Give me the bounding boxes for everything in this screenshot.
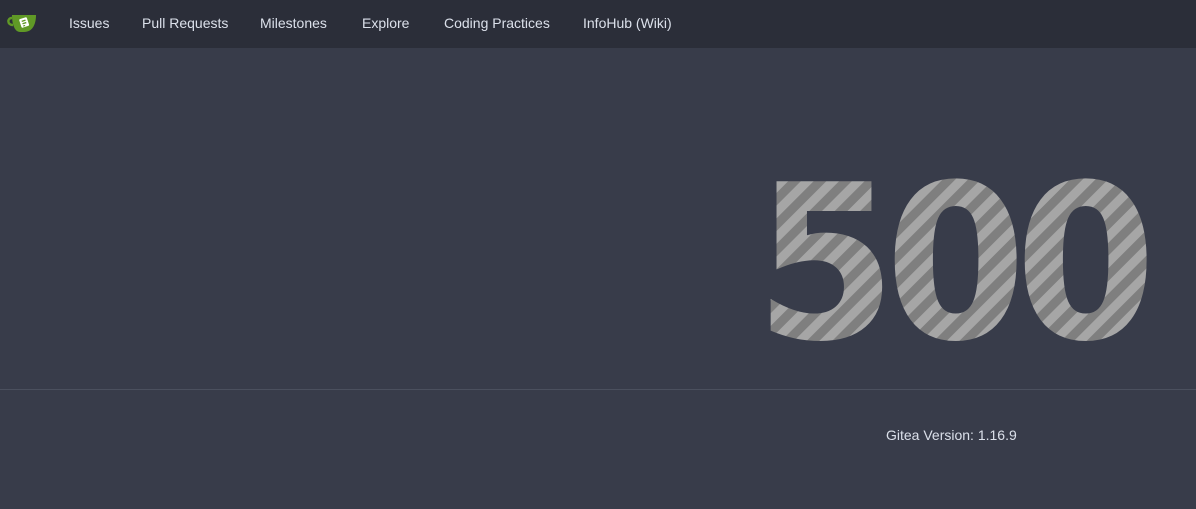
nav-item-issues[interactable]: Issues <box>69 0 109 48</box>
nav-item-milestones[interactable]: Milestones <box>260 0 327 48</box>
top-navbar: Issues Pull Requests Milestones Explore … <box>0 0 1196 48</box>
version-label: Gitea Version: <box>886 427 974 443</box>
gitea-logo-icon[interactable] <box>6 11 38 35</box>
page-footer: Gitea Version: 1.16.9 <box>0 389 1196 509</box>
error-code-graphic: 500 <box>750 138 1159 389</box>
nav-item-infohub-wiki[interactable]: InfoHub (Wiki) <box>583 0 672 48</box>
version-value: 1.16.9 <box>977 427 1017 443</box>
error-code-text: 500 <box>755 143 1147 353</box>
gitea-version-info: Gitea Version: 1.16.9 <box>886 427 1017 443</box>
error-page-content: 500 <box>0 48 1196 389</box>
nav-item-coding-practices[interactable]: Coding Practices <box>444 0 550 48</box>
nav-item-pull-requests[interactable]: Pull Requests <box>142 0 228 48</box>
nav-item-explore[interactable]: Explore <box>362 0 409 48</box>
